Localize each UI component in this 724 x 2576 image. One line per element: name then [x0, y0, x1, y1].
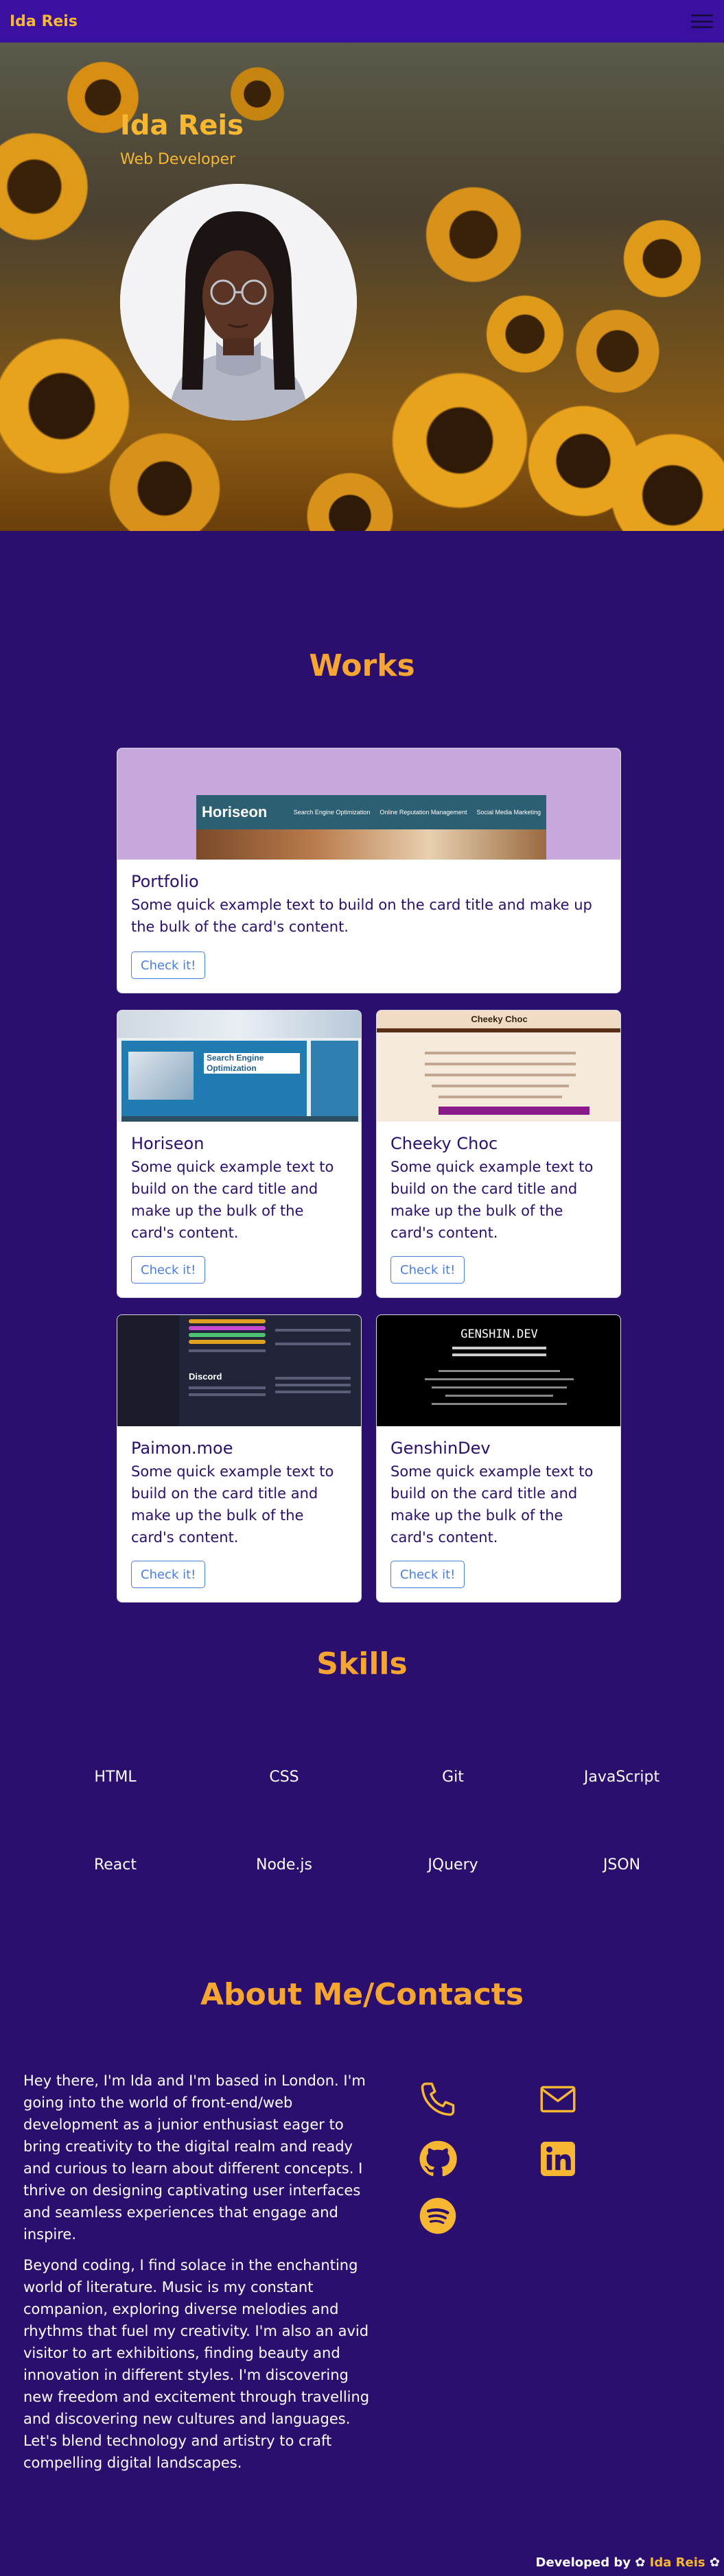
navbar-brand[interactable]: Ida Reis [10, 13, 78, 30]
card-preview-image: GENSHIN.DEV [377, 1315, 620, 1426]
card-text: Some quick example text to build on the … [131, 1159, 334, 1241]
navbar: Ida Reis [0, 0, 724, 43]
hero-banner: Ida Reis Web Developer [0, 43, 724, 531]
card-text: Some quick example text to build on the … [131, 897, 592, 935]
skill-item: Node.js [256, 1856, 312, 1874]
card-preview-image: Cheeky Choc [377, 1011, 620, 1122]
work-card-portfolio: Horiseon Search Engine Optimization Onli… [117, 748, 621, 993]
preview-heading: Cheeky Choc [377, 1011, 620, 1028]
skill-item: React [93, 1856, 137, 1874]
card-title: Paimon.moe [131, 1439, 233, 1458]
card-text: Some quick example text to build on the … [390, 1463, 594, 1546]
flower-icon: ✿ [635, 2555, 646, 2570]
work-card-horiseon: Search Engine Optimization Horiseon Some… [117, 1010, 362, 1298]
work-card-cheeky-choc: Cheeky Choc Cheeky Choc Some quick examp… [376, 1010, 621, 1298]
menu-toggle-icon[interactable] [690, 12, 714, 30]
card-title: Horiseon [131, 1134, 205, 1153]
preview-logo: Horiseon [202, 803, 268, 820]
card-preview-image: Horiseon Search Engine Optimization Onli… [117, 748, 620, 860]
about-paragraph-2: Beyond coding, I find solace in the ench… [23, 2257, 370, 2471]
card-title: GenshinDev [390, 1439, 491, 1458]
profile-photo [120, 184, 357, 421]
footer-author[interactable]: Ida Reis [650, 2555, 705, 2570]
preview-site: Horiseon Search Engine Optimization Onli… [196, 795, 546, 860]
footer-credit: Developed by ✿ Ida Reis ✿ [536, 2555, 720, 2570]
phone-icon[interactable] [417, 2079, 458, 2120]
check-it-button[interactable]: Check it! [390, 1256, 465, 1284]
preview-nav-item: Social Media Marketing [476, 809, 541, 816]
check-it-button[interactable]: Check it! [131, 952, 206, 979]
github-icon[interactable] [417, 2138, 458, 2179]
flower-icon: ✿ [709, 2555, 720, 2570]
works-heading: Works [309, 648, 415, 683]
work-card-genshindev: GENSHIN.DEV GenshinDev Some quick exampl… [376, 1314, 621, 1603]
check-it-button[interactable]: Check it! [390, 1561, 465, 1588]
hero-name: Ida Reis [120, 110, 244, 141]
card-preview-image: Search Engine Optimization [117, 1011, 361, 1122]
check-it-button[interactable]: Check it! [131, 1256, 206, 1284]
skill-item: JSON [603, 1856, 641, 1874]
spotify-icon[interactable] [417, 2195, 458, 2236]
card-title: Cheeky Choc [390, 1134, 498, 1153]
preview-heading: GENSHIN.DEV [460, 1327, 538, 1341]
skill-item: Git [442, 1769, 464, 1786]
preview-heading: Search Engine Optimization [204, 1053, 300, 1074]
skill-item: JQuery [428, 1856, 478, 1874]
mail-icon[interactable] [537, 2079, 579, 2120]
check-it-button[interactable]: Check it! [131, 1561, 206, 1588]
work-card-paimon-moe: Discord Paimon.moe Some quick example te… [117, 1314, 362, 1603]
card-text: Some quick example text to build on the … [390, 1159, 594, 1241]
about-heading: About Me/Contacts [200, 1977, 524, 2012]
card-title: Portfolio [131, 872, 199, 891]
skills-heading: Skills [316, 1646, 408, 1681]
skill-item: CSS [269, 1769, 299, 1786]
linkedin-icon[interactable] [537, 2138, 579, 2179]
about-paragraph-1: Hey there, I'm Ida and I'm based in Lond… [23, 2072, 366, 2243]
skill-item: JavaScript [583, 1769, 660, 1786]
preview-nav-item: Online Reputation Management [379, 809, 467, 816]
preview-nav-item: Search Engine Optimization [293, 809, 371, 816]
skill-item: HTML [94, 1769, 137, 1786]
footer-prefix: Developed by [535, 2555, 631, 2570]
hero-role: Web Developer [120, 151, 236, 168]
card-text: Some quick example text to build on the … [131, 1463, 334, 1546]
preview-heading: Discord [189, 1371, 222, 1382]
card-preview-image: Discord [117, 1315, 361, 1426]
